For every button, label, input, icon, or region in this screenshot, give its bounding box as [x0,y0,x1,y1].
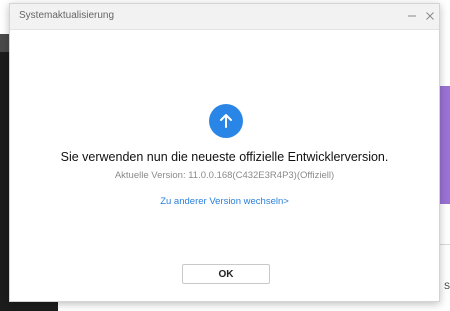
background-text-right: S [444,281,450,291]
minus-icon [408,15,416,17]
system-update-dialog: Systemaktualisierung Sie verwenden nun d… [9,3,440,302]
arrow-up-icon [220,114,232,128]
close-icon [426,12,434,20]
update-status-icon [209,104,243,138]
screen: S Systemaktualisierung Sie verwenden nun… [0,0,450,311]
dialog-title: Systemaktualisierung [19,10,115,21]
dialog-titlebar: Systemaktualisierung [10,4,439,30]
background-accent-right [440,86,450,204]
current-version-text: Aktuelle Version: 11.0.0.168(C432E3R4P3)… [114,170,335,181]
minimize-button[interactable] [404,8,420,24]
close-button[interactable] [422,8,438,24]
status-headline: Sie verwenden nun die neueste offizielle… [60,150,389,164]
background-divider-right [440,244,450,245]
ok-button[interactable]: OK [182,264,270,284]
switch-version-link[interactable]: Zu anderer Version wechseln> [10,196,439,207]
